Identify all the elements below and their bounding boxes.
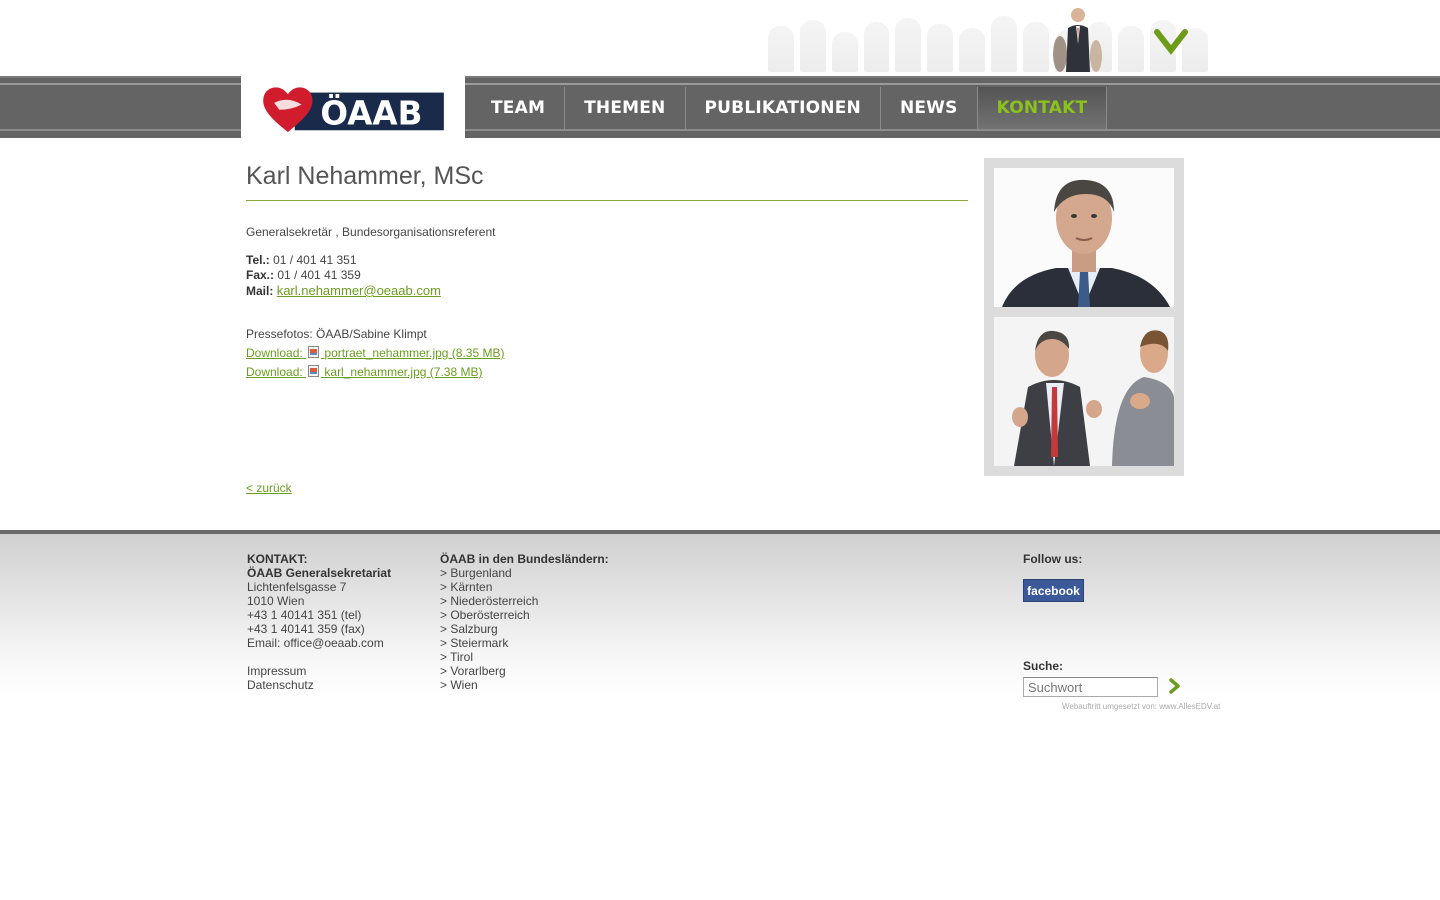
download-filename: portraet_nehammer.jpg (8.35 MB) — [324, 346, 505, 360]
nav-item-themen[interactable]: THEMEN — [565, 87, 686, 129]
footer-contact-heading: KONTAKT: — [247, 552, 308, 566]
mail-row: Mail: karl.nehammer@oeaab.com — [246, 283, 441, 299]
conversation-image — [994, 317, 1174, 466]
download-link-karl[interactable]: Download: karl_nehammer.jpg (7.38 MB) — [246, 365, 482, 379]
nav-item-kontakt[interactable]: KONTAKT — [977, 87, 1108, 129]
site-logo[interactable]: ÖAAB — [241, 74, 465, 140]
state-link-salzburg[interactable]: > Salzburg — [440, 622, 609, 636]
state-link-vorarlberg[interactable]: > Vorarlberg — [440, 664, 609, 678]
search-submit-arrow-icon[interactable] — [1166, 678, 1184, 694]
state-link-niederoesterreich[interactable]: > Niederösterreich — [440, 594, 609, 608]
nav-item-news[interactable]: NEWS — [880, 87, 978, 129]
footer-states-column: ÖAAB in den Bundesländern: > Burgenland … — [440, 552, 609, 692]
mail-label: Mail: — [246, 284, 274, 298]
phone-value: 01 / 401 41 351 — [273, 253, 357, 267]
oeaab-logo-icon: ÖAAB — [263, 87, 444, 132]
main-navigation: TEAM THEMEN PUBLIKATIONEN NEWS KONTAKT — [472, 87, 1108, 129]
search-label: Suche: — [1023, 659, 1064, 673]
state-link-wien[interactable]: > Wien — [440, 678, 609, 692]
state-link-tirol[interactable]: > Tirol — [440, 650, 609, 664]
follow-us-text: Follow us: — [1023, 552, 1083, 566]
press-credit: Pressefotos: ÖAAB/Sabine Klimpt — [246, 327, 427, 341]
site-credit[interactable]: Webauftritt umgesetzt von: www.AllesEDV.… — [1062, 702, 1220, 711]
image-file-icon — [308, 365, 320, 377]
contact-details: Tel.: 01 / 401 41 351 Fax.: 01 / 401 41 … — [246, 253, 441, 299]
portrait-photo[interactable] — [994, 168, 1174, 307]
press-photos-section: Pressefotos: ÖAAB/Sabine Klimpt Download… — [246, 325, 504, 382]
footer-city: 1010 Wien — [247, 594, 305, 608]
nav-item-publikationen[interactable]: PUBLIKATIONEN — [685, 87, 881, 129]
download-filename: karl_nehammer.jpg (7.38 MB) — [324, 365, 483, 379]
page-title: Karl Nehammer, MSc — [246, 162, 484, 190]
fax-value: 01 / 401 41 359 — [277, 268, 361, 282]
footer-fax: +43 1 40141 359 (fax) — [247, 622, 365, 636]
search-input[interactable] — [1023, 677, 1158, 697]
email-link[interactable]: karl.nehammer@oeaab.com — [277, 283, 441, 298]
footer — [0, 530, 1440, 694]
image-file-icon — [308, 346, 320, 358]
footer-org-name: ÖAAB Generalsekretariat — [247, 566, 392, 580]
state-link-kaernten[interactable]: > Kärnten — [440, 580, 609, 594]
title-divider — [246, 200, 968, 201]
svg-text:ÖAAB: ÖAAB — [320, 94, 422, 132]
header-team-photo-strip — [768, 4, 1209, 72]
press-photo-panel — [984, 158, 1184, 476]
download-row: Download: portraet_nehammer.jpg (8.35 MB… — [246, 344, 504, 363]
phone-label: Tel.: — [246, 253, 270, 267]
footer-tel: +43 1 40141 351 (tel) — [247, 608, 362, 622]
back-link[interactable]: < zurück — [246, 481, 292, 495]
download-link-portrait[interactable]: Download: portraet_nehammer.jpg (8.35 MB… — [246, 346, 504, 360]
portrait-image — [994, 168, 1174, 307]
impressum-link[interactable]: Impressum — [247, 664, 391, 678]
profile-role: Generalsekretär , Bundesorganisationsref… — [246, 225, 496, 239]
download-label: Download: — [246, 365, 303, 379]
datenschutz-link[interactable]: Datenschutz — [247, 678, 391, 692]
fax-row: Fax.: 01 / 401 41 359 — [246, 268, 441, 283]
download-row: Download: karl_nehammer.jpg (7.38 MB) — [246, 363, 504, 382]
chevron-down-icon[interactable] — [1154, 26, 1188, 56]
state-link-burgenland[interactable]: > Burgenland — [440, 566, 609, 580]
state-link-oberoesterreich[interactable]: > Oberösterreich — [440, 608, 609, 622]
conversation-photo[interactable] — [994, 317, 1174, 466]
footer-street: Lichtenfelsgasse 7 — [247, 580, 347, 594]
state-link-steiermark[interactable]: > Steiermark — [440, 636, 609, 650]
nav-item-team[interactable]: TEAM — [472, 87, 566, 129]
facebook-button[interactable]: facebook — [1023, 579, 1084, 602]
footer-email[interactable]: Email: office@oeaab.com — [247, 636, 391, 650]
follow-us-label: Follow us: — [1023, 552, 1082, 566]
footer-states-heading: ÖAAB in den Bundesländern: — [440, 552, 609, 566]
fax-label: Fax.: — [246, 268, 275, 282]
facebook-label: facebook — [1027, 583, 1080, 598]
footer-contact-column: KONTAKT: ÖAAB Generalsekretariat Lichten… — [247, 552, 391, 692]
featured-person-icon — [1053, 8, 1102, 72]
download-label: Download: — [246, 346, 303, 360]
phone-row: Tel.: 01 / 401 41 351 — [246, 253, 441, 268]
